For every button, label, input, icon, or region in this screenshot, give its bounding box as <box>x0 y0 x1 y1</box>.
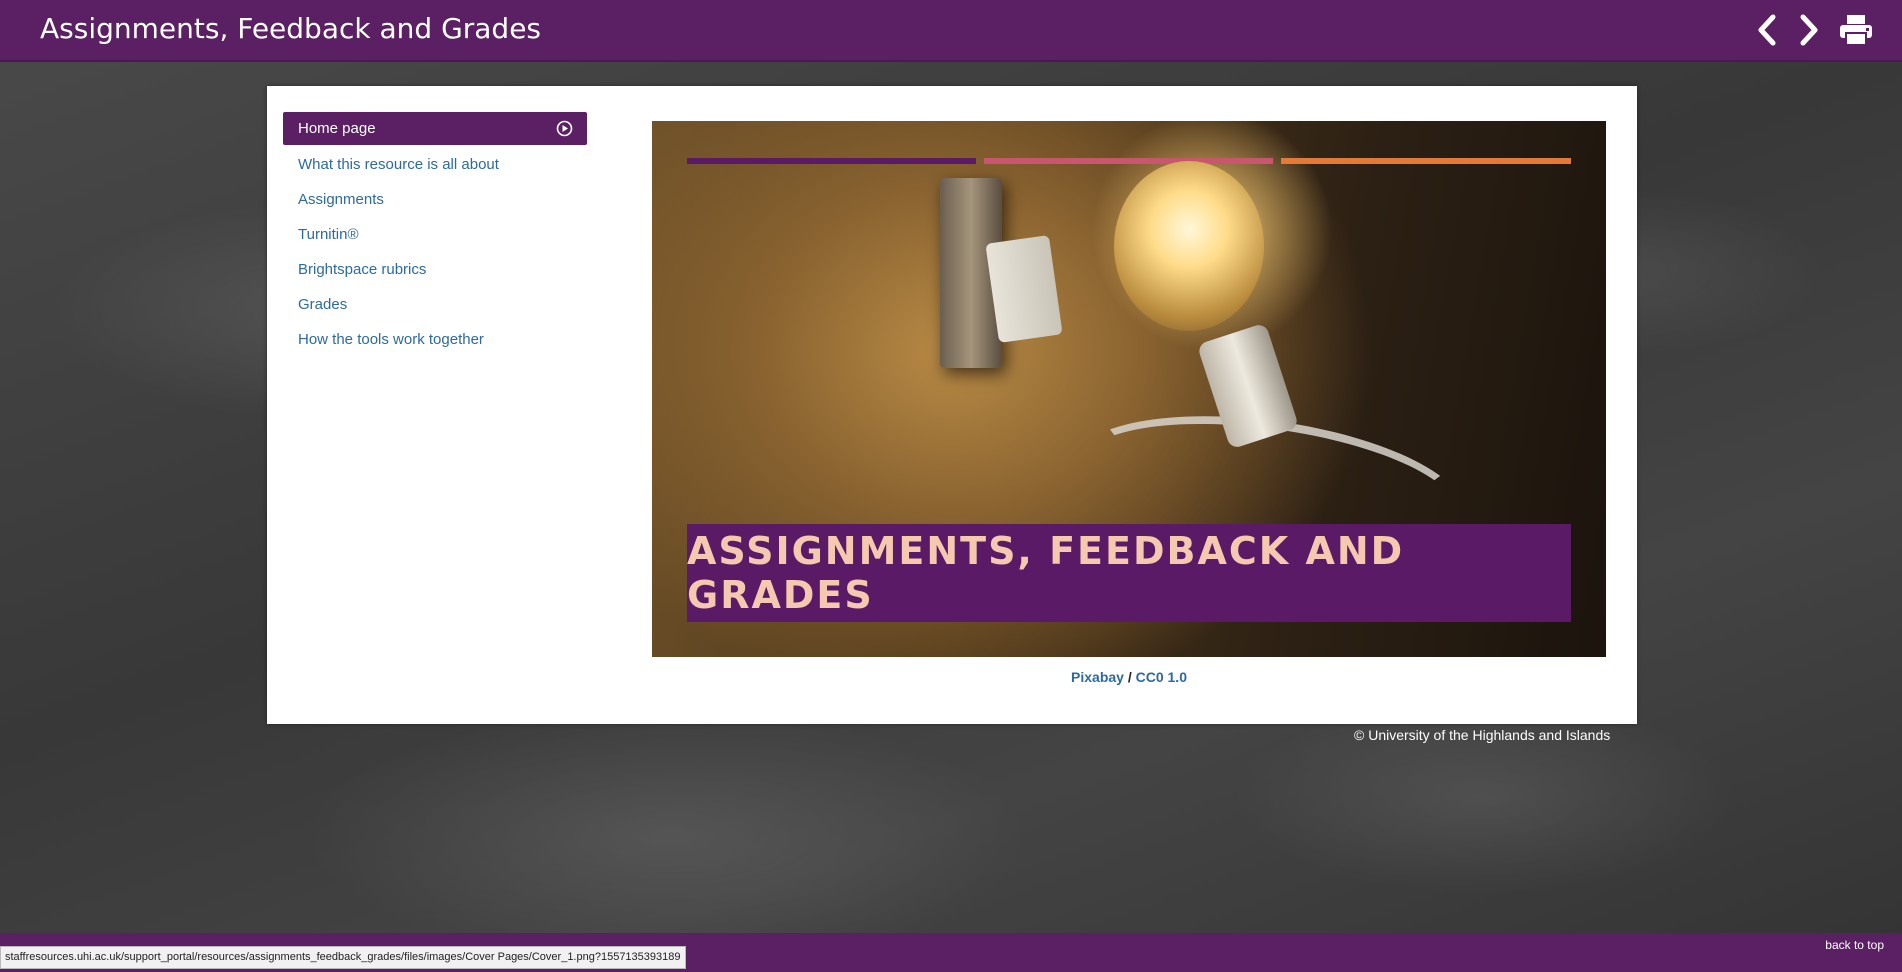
sidebar-item-home-page[interactable]: Home page <box>283 112 587 145</box>
sidebar-item-label: Assignments <box>298 191 384 208</box>
sidebar-item-about[interactable]: What this resource is all about <box>283 147 587 182</box>
cover-image: ASSIGNMENTS, FEEDBACK AND GRADES <box>652 121 1606 657</box>
top-bar: Assignments, Feedback and Grades <box>0 0 1902 62</box>
light-bulb <box>1114 161 1264 331</box>
sidebar-item-grades[interactable]: Grades <box>283 287 587 322</box>
stripe-orange <box>1281 158 1571 164</box>
credit-separator: / <box>1123 669 1136 685</box>
sidebar-item-how-tools-work-together[interactable]: How the tools work together <box>283 322 587 357</box>
chevron-left-icon <box>1758 14 1776 46</box>
sidebar-item-turnitin[interactable]: Turnitin® <box>283 217 587 252</box>
page-title: Assignments, Feedback and Grades <box>40 12 542 45</box>
sidebar-item-assignments[interactable]: Assignments <box>283 182 587 217</box>
chevron-right-icon <box>1800 14 1818 46</box>
printer-icon <box>1840 15 1872 46</box>
browser-status-url: staffresources.uhi.ac.uk/support_portal/… <box>0 946 686 969</box>
play-circle-icon <box>556 120 573 137</box>
license-link[interactable]: CC0 1.0 <box>1136 669 1187 685</box>
previous-page-button[interactable] <box>1752 10 1782 50</box>
stripe-purple <box>687 158 976 164</box>
sidebar-item-label: How the tools work together <box>298 331 484 348</box>
sidebar-item-brightspace-rubrics[interactable]: Brightspace rubrics <box>283 252 587 287</box>
print-button[interactable] <box>1836 10 1876 50</box>
image-credit: Pixabay / CC0 1.0 <box>652 669 1606 685</box>
cover-banner: ASSIGNMENTS, FEEDBACK AND GRADES <box>687 524 1571 622</box>
pixabay-link[interactable]: Pixabay <box>1071 669 1124 685</box>
sidebar-item-label: Home page <box>298 120 376 137</box>
header-nav <box>1752 10 1876 50</box>
cover-banner-text: ASSIGNMENTS, FEEDBACK AND GRADES <box>687 529 1405 617</box>
copyright-text: © University of the Highlands and Island… <box>1354 727 1611 743</box>
sidebar-item-label: What this resource is all about <box>298 156 499 173</box>
stripe-pink <box>984 158 1273 164</box>
back-to-top-link[interactable]: back to top <box>1825 938 1884 952</box>
sidebar-item-label: Brightspace rubrics <box>298 261 427 278</box>
plug <box>985 235 1063 343</box>
sidebar-item-label: Grades <box>298 296 348 313</box>
content-panel: Home page What this resource is all abou… <box>267 86 1637 724</box>
next-page-button[interactable] <box>1794 10 1824 50</box>
side-navigation: Home page What this resource is all abou… <box>283 112 587 357</box>
sidebar-item-label: Turnitin® <box>298 226 359 243</box>
